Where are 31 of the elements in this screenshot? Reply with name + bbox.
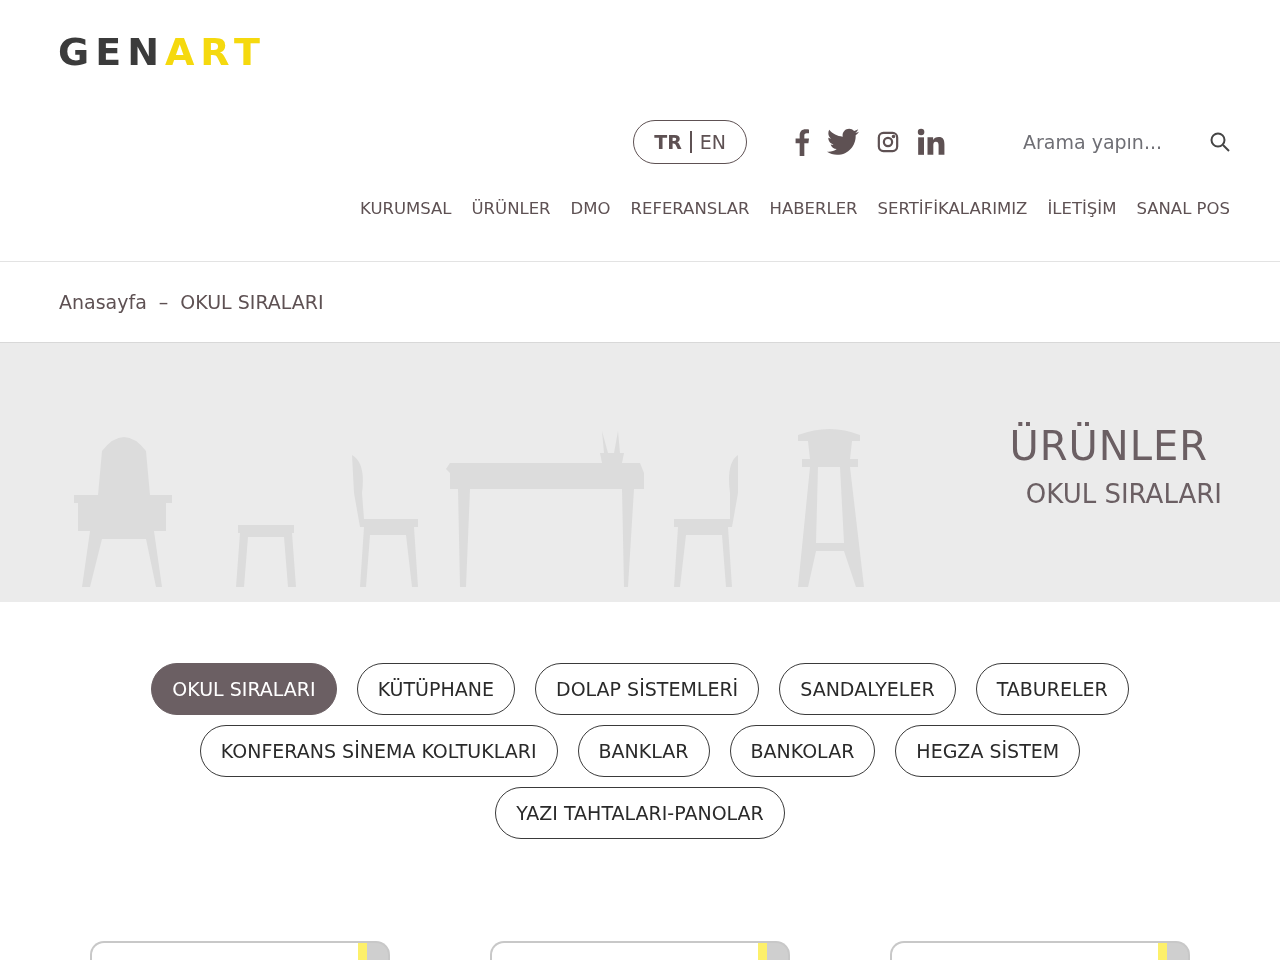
category-button[interactable]: SANDALYELER (779, 663, 956, 715)
category-button[interactable]: OKUL SIRALARI (151, 663, 337, 715)
breadcrumb-link[interactable]: Anasayfa (59, 291, 147, 313)
category-button[interactable]: KONFERANS SİNEMA KOLTUKLARI (199, 725, 558, 777)
nav-link[interactable]: DMO (570, 199, 611, 218)
nav-link[interactable]: SANAL POS (1136, 199, 1230, 218)
logo[interactable]: GEN ART (58, 30, 266, 74)
category-button[interactable]: BANKOLAR (729, 725, 876, 777)
search-icon[interactable] (1210, 132, 1230, 152)
language-link[interactable]: EN (699, 131, 726, 153)
category-button[interactable]: HEGZA SİSTEM (895, 725, 1081, 777)
twitter-icon[interactable] (827, 128, 859, 156)
language-link[interactable]: TR (654, 131, 682, 153)
nav-link[interactable]: İLETİŞİM (1047, 199, 1117, 218)
nav-link[interactable]: HABERLER (769, 199, 858, 218)
banner-title: ÜRÜNLER (1009, 423, 1208, 469)
category-button[interactable]: YAZI TAHTALARI-PANOLAR (495, 787, 785, 839)
category-button[interactable]: KÜTÜPHANE (356, 663, 515, 715)
nav-link[interactable]: REFERANSLAR (630, 199, 750, 218)
category-button[interactable]: BANKLAR (577, 725, 710, 777)
category-button[interactable]: DOLAP SİSTEMLERİ (535, 663, 760, 715)
linkedin-icon[interactable] (917, 128, 945, 156)
nav-link[interactable]: KURUMSAL (360, 199, 452, 218)
category-button[interactable]: TABURELER (975, 663, 1129, 715)
breadcrumb-separator: – (158, 291, 169, 313)
breadcrumb-current[interactable]: OKUL SIRALARI (180, 291, 324, 313)
facebook-icon[interactable] (795, 128, 809, 156)
nav-link[interactable]: SERTİFİKALARIMIZ (877, 199, 1028, 218)
banner-subtitle: OKUL SIRALARI (1025, 479, 1222, 509)
instagram-icon[interactable] (877, 131, 899, 153)
nav-link[interactable]: ÜRÜNLER (471, 199, 551, 218)
